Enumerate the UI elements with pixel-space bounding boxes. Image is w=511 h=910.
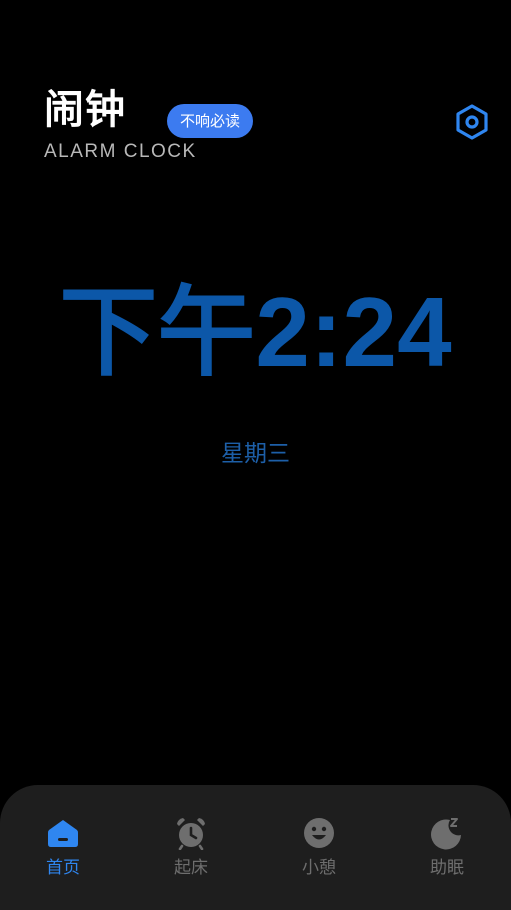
alarm-icon bbox=[173, 815, 209, 851]
tab-sleep-label: 助眠 bbox=[430, 858, 464, 878]
current-time: 下午2:24 bbox=[59, 277, 452, 387]
tab-nap[interactable]: 小憩 bbox=[274, 815, 364, 885]
smile-icon bbox=[301, 815, 337, 851]
must-read-badge-button[interactable]: 不响必读 bbox=[167, 104, 253, 138]
current-weekday: 星期三 bbox=[221, 441, 290, 467]
tab-wakeup-label: 起床 bbox=[174, 858, 208, 878]
settings-hexagon-icon bbox=[456, 104, 488, 140]
settings-button[interactable] bbox=[450, 100, 494, 144]
tab-wakeup[interactable]: 起床 bbox=[146, 815, 236, 885]
home-icon bbox=[45, 815, 81, 851]
bottom-tab-bar: 首页 起床 小憩 助眠 bbox=[0, 785, 511, 910]
tab-sleep[interactable]: 助眠 bbox=[402, 815, 492, 885]
moon-sleep-icon bbox=[429, 815, 465, 851]
app-subtitle: ALARM CLOCK bbox=[44, 141, 197, 162]
tab-nap-label: 小憩 bbox=[302, 858, 336, 878]
header: 闹钟 ALARM CLOCK 不响必读 bbox=[0, 0, 511, 180]
app-title: 闹钟 bbox=[44, 87, 126, 133]
tab-home[interactable]: 首页 bbox=[18, 815, 108, 885]
tab-home-label: 首页 bbox=[46, 858, 80, 878]
